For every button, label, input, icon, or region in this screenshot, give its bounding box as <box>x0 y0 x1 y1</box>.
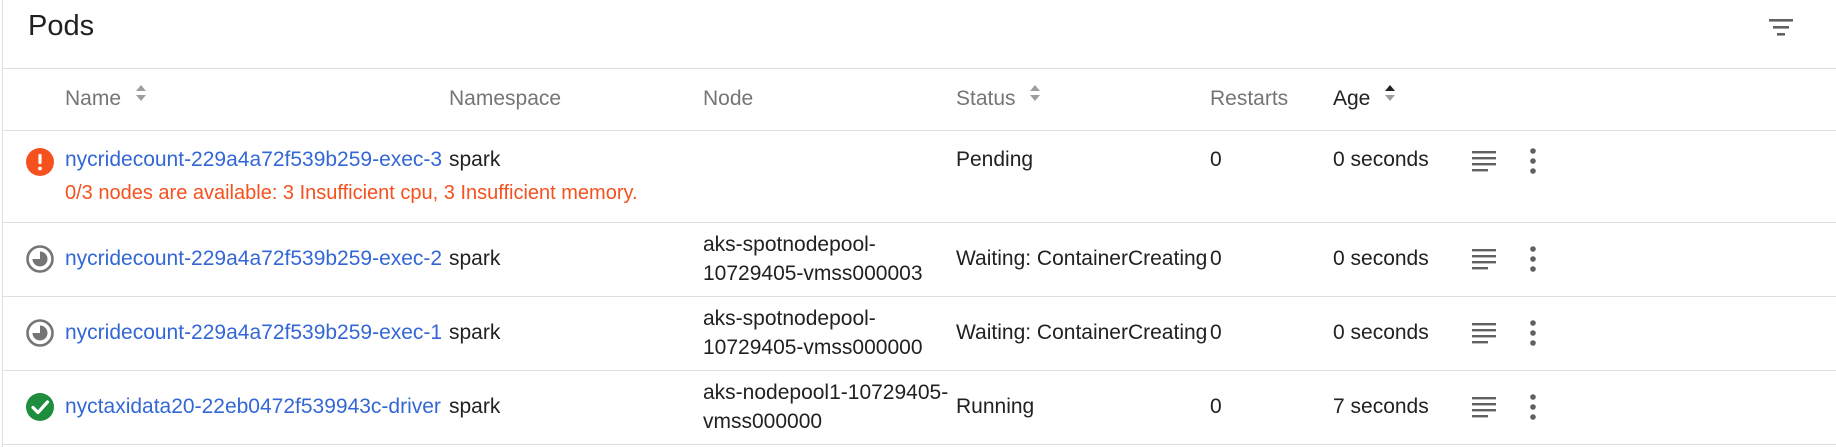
column-node-label: Node <box>703 87 754 110</box>
node-line: 10729405-vmss000003 <box>703 262 923 285</box>
status-value: Running <box>956 395 1035 418</box>
age-value: 0 seconds <box>1333 321 1429 344</box>
column-age-label: Age <box>1333 87 1371 110</box>
filter-list-icon[interactable] <box>1763 12 1799 42</box>
sort-icon[interactable] <box>135 66 147 128</box>
card-header: Pods <box>3 0 1836 69</box>
logs-icon[interactable] <box>1468 243 1500 275</box>
sort-icon[interactable] <box>1384 66 1396 128</box>
node-line: 10729405-vmss000000 <box>703 336 923 359</box>
age-value: 0 seconds <box>1333 247 1429 270</box>
column-restarts-label: Restarts <box>1210 87 1289 110</box>
table-row: nyctaxidata20-22eb0472f539943c-driver sp… <box>3 371 1836 445</box>
namespace-value: spark <box>449 148 501 171</box>
node-value: aks-spotnodepool- 10729405-vmss000000 <box>703 304 923 362</box>
status-value: Pending <box>956 148 1034 171</box>
node-line: aks-nodepool1-10729405- <box>703 381 949 404</box>
age-value: 0 seconds <box>1333 148 1429 171</box>
node-line: vmss000000 <box>703 410 823 433</box>
restarts-value: 0 <box>1210 395 1222 418</box>
pending-icon <box>25 244 55 274</box>
restarts-value: 0 <box>1210 321 1222 344</box>
column-header-age[interactable]: Age <box>1333 68 1396 130</box>
node-value: aks-spotnodepool- 10729405-vmss000003 <box>703 230 923 288</box>
check-circle-icon <box>25 392 55 422</box>
table-row: nycridecount-229a4a72f539b259-exec-2 spa… <box>3 223 1836 297</box>
node-line: aks-spotnodepool- <box>703 233 876 256</box>
logs-icon[interactable] <box>1468 317 1500 349</box>
node-line: aks-spotnodepool- <box>703 307 876 330</box>
column-header-node: Node <box>703 68 753 130</box>
error-message: 0/3 nodes are available: 3 Insufficient … <box>65 182 638 204</box>
sort-icon[interactable] <box>1029 66 1041 128</box>
more-vert-icon[interactable] <box>1517 391 1549 423</box>
page-title: Pods <box>28 10 95 42</box>
pod-name-link[interactable]: nycridecount-229a4a72f539b259-exec-1 <box>65 321 442 345</box>
pod-name-link[interactable]: nycridecount-229a4a72f539b259-exec-3 <box>65 148 442 172</box>
status-value: Waiting: ContainerCreating <box>956 321 1208 344</box>
table-header: Name Namespace Node Status Restarts Age <box>3 68 1836 131</box>
restarts-value: 0 <box>1210 148 1222 171</box>
column-namespace-label: Namespace <box>449 87 562 110</box>
table-row: nycridecount-229a4a72f539b259-exec-3 spa… <box>3 131 1836 223</box>
namespace-value: spark <box>449 247 501 270</box>
column-header-restarts: Restarts <box>1210 68 1288 130</box>
column-header-namespace: Namespace <box>449 68 561 130</box>
age-value: 7 seconds <box>1333 395 1429 418</box>
logs-icon[interactable] <box>1468 391 1500 423</box>
pod-name-link[interactable]: nycridecount-229a4a72f539b259-exec-2 <box>65 247 442 271</box>
pods-card: Pods Name Namespace Node Status Restarts… <box>2 0 1836 447</box>
column-name-label: Name <box>65 87 122 110</box>
namespace-value: spark <box>449 321 501 344</box>
column-status-label: Status <box>956 87 1016 110</box>
logs-icon[interactable] <box>1468 145 1500 177</box>
more-vert-icon[interactable] <box>1517 317 1549 349</box>
table-row: nycridecount-229a4a72f539b259-exec-1 spa… <box>3 297 1836 371</box>
error-icon <box>25 147 55 177</box>
namespace-value: spark <box>449 395 501 418</box>
restarts-value: 0 <box>1210 247 1222 270</box>
status-value: Waiting: ContainerCreating <box>956 247 1208 270</box>
node-value: aks-nodepool1-10729405- vmss000000 <box>703 378 948 436</box>
pod-name-link[interactable]: nyctaxidata20-22eb0472f539943c-driver <box>65 395 441 419</box>
more-vert-icon[interactable] <box>1517 145 1549 177</box>
pending-icon <box>25 318 55 348</box>
column-header-name[interactable]: Name <box>65 68 147 130</box>
column-header-status[interactable]: Status <box>956 68 1041 130</box>
more-vert-icon[interactable] <box>1517 243 1549 275</box>
